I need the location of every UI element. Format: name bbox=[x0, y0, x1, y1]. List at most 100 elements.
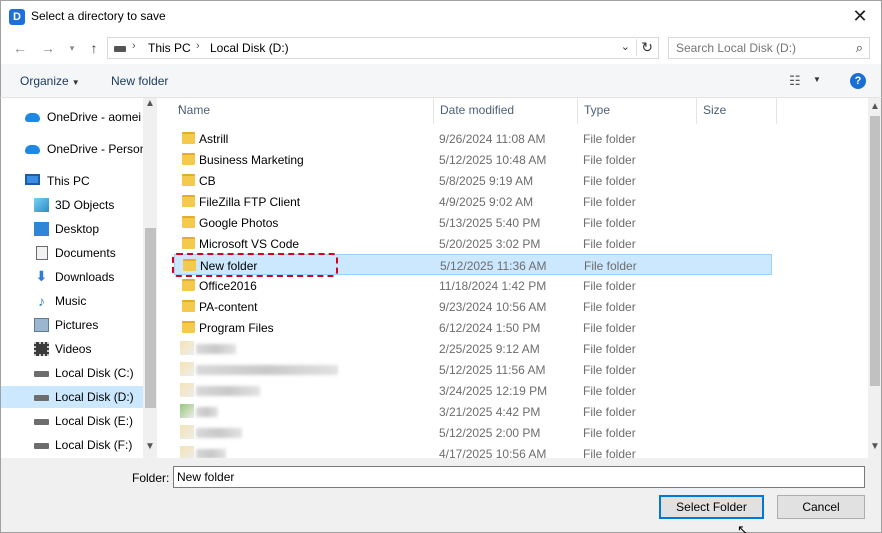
file-row[interactable]: PA-content 9/23/2024 10:56 AM File folde… bbox=[174, 296, 772, 317]
file-name: Google Photos bbox=[199, 216, 279, 230]
back-arrow-icon[interactable]: ← bbox=[11, 38, 29, 58]
blurred-file-name bbox=[196, 365, 338, 375]
nav-item-downloads[interactable]: ⬇ Downloads bbox=[1, 266, 143, 288]
nav-item-onedrive-personal[interactable]: OneDrive - Personal bbox=[1, 138, 143, 160]
file-row[interactable]: CB 5/8/2025 9:19 AM File folder bbox=[174, 170, 772, 191]
view-dropdown-icon[interactable]: ▼ bbox=[813, 75, 821, 84]
nav-item-label: This PC bbox=[47, 174, 90, 188]
address-bar[interactable]: › This PC › Local Disk (D:) ⌄ ↻ bbox=[107, 37, 659, 59]
column-header-label: Size bbox=[703, 103, 727, 117]
up-arrow-icon[interactable]: ↑ bbox=[85, 38, 103, 58]
scroll-down-icon[interactable]: ▼ bbox=[870, 441, 880, 452]
column-header-date[interactable]: Date modified bbox=[434, 98, 578, 124]
file-row[interactable]: Program Files 6/12/2024 1:50 PM File fol… bbox=[174, 317, 772, 338]
nav-item-local-disk-c[interactable]: Local Disk (C:) bbox=[1, 362, 143, 384]
file-row-blurred[interactable]: 2/25/2025 9:12 AM File folder bbox=[174, 338, 772, 359]
file-type: File folder bbox=[584, 259, 637, 273]
file-row[interactable]: Microsoft VS Code 5/20/2025 3:02 PM File… bbox=[174, 233, 772, 254]
search-icon: ⌕ bbox=[855, 40, 863, 55]
file-type: File folder bbox=[583, 300, 636, 314]
address-row: ← → ▾ ↑ › This PC › Local Disk (D:) ⌄ ↻ … bbox=[0, 32, 882, 64]
nav-item-local-disk-d[interactable]: Local Disk (D:) bbox=[1, 386, 143, 408]
nav-item-3d-objects[interactable]: 3D Objects bbox=[1, 194, 143, 216]
videos-icon bbox=[34, 342, 49, 356]
file-row-blurred[interactable]: 5/12/2025 11:56 AM File folder bbox=[174, 359, 772, 380]
recent-locations-dropdown[interactable]: ▾ bbox=[63, 38, 81, 58]
file-type: File folder bbox=[583, 426, 636, 440]
refresh-icon[interactable]: ↻ bbox=[636, 39, 653, 56]
close-button[interactable]: ✕ bbox=[849, 6, 871, 28]
folder-label: Folder: bbox=[132, 471, 170, 485]
nav-item-label: OneDrive - aomei bbox=[47, 110, 142, 124]
scrollbar-thumb[interactable] bbox=[870, 116, 880, 386]
nav-item-videos[interactable]: Videos bbox=[1, 338, 143, 360]
nav-scrollbar[interactable]: ▲ ▼ bbox=[143, 98, 157, 458]
chevron-down-icon: ▼ bbox=[71, 78, 80, 87]
address-dropdown-icon[interactable]: ⌄ bbox=[621, 40, 630, 53]
drive-icon bbox=[34, 371, 49, 377]
file-row-blurred[interactable]: 5/12/2025 2:00 PM File folder bbox=[174, 422, 772, 443]
file-date: 9/26/2024 11:08 AM bbox=[439, 132, 546, 146]
nav-item-label: 3D Objects bbox=[55, 198, 115, 212]
search-input[interactable] bbox=[676, 39, 846, 57]
file-date: 3/21/2025 4:42 PM bbox=[439, 405, 541, 419]
column-header-label: Type bbox=[584, 103, 611, 117]
cancel-button[interactable]: Cancel bbox=[777, 495, 865, 519]
folder-icon bbox=[182, 216, 195, 228]
breadcrumb-this-pc[interactable]: This PC bbox=[148, 41, 191, 55]
nav-item-this-pc[interactable]: This PC bbox=[1, 170, 143, 192]
scroll-up-icon[interactable]: ▲ bbox=[870, 101, 880, 112]
file-row-blurred[interactable]: 3/21/2025 4:42 PM File folder bbox=[174, 401, 772, 422]
column-header-type[interactable]: Type bbox=[578, 98, 697, 124]
nav-item-onedrive-aomei[interactable]: OneDrive - aomei bbox=[1, 106, 143, 128]
nav-item-local-disk-f[interactable]: Local Disk (F:) bbox=[1, 434, 143, 456]
folder-name-input[interactable] bbox=[173, 466, 865, 488]
file-row[interactable]: Astrill 9/26/2024 11:08 AM File folder bbox=[174, 128, 772, 149]
blurred-file-icon bbox=[180, 341, 194, 355]
nav-item-music[interactable]: ♪ Music bbox=[1, 290, 143, 312]
column-header-name[interactable]: Name ^ bbox=[172, 98, 434, 124]
help-icon[interactable]: ? bbox=[850, 73, 866, 89]
view-options-icon[interactable]: ☷ bbox=[789, 73, 801, 89]
organize-button[interactable]: Organize ▼ bbox=[20, 74, 80, 88]
file-row[interactable]: FileZilla FTP Client 4/9/2025 9:02 AM Fi… bbox=[174, 191, 772, 212]
forward-arrow-icon[interactable]: → bbox=[39, 38, 57, 58]
file-row[interactable]: Office2016 11/18/2024 1:42 PM File folde… bbox=[174, 275, 772, 296]
file-list-scrollbar[interactable]: ▲ ▼ bbox=[868, 98, 882, 458]
drive-icon bbox=[34, 395, 49, 401]
blurred-file-name bbox=[196, 449, 226, 458]
file-name: Program Files bbox=[199, 321, 274, 335]
file-name: Office2016 bbox=[199, 279, 257, 293]
nav-item-desktop[interactable]: Desktop bbox=[1, 218, 143, 240]
blurred-file-icon bbox=[180, 425, 194, 439]
scrollbar-thumb[interactable] bbox=[145, 228, 156, 408]
column-header-size[interactable]: Size bbox=[697, 98, 777, 124]
file-date: 5/8/2025 9:19 AM bbox=[439, 174, 534, 188]
blurred-file-icon bbox=[180, 404, 194, 418]
new-folder-button[interactable]: New folder bbox=[111, 74, 168, 88]
search-box[interactable]: ⌕ bbox=[668, 37, 870, 59]
file-row-blurred[interactable]: 3/24/2025 12:19 PM File folder bbox=[174, 380, 772, 401]
file-row-blurred[interactable]: 4/17/2025 10:56 AM File folder bbox=[174, 443, 772, 458]
file-type: File folder bbox=[583, 216, 636, 230]
nav-item-label: Pictures bbox=[55, 318, 99, 332]
nav-item-pictures[interactable]: Pictures bbox=[1, 314, 143, 336]
mouse-cursor-icon: ↖ bbox=[737, 522, 748, 533]
scroll-up-icon[interactable]: ▲ bbox=[145, 98, 155, 109]
nav-item-label: Desktop bbox=[55, 222, 100, 236]
nav-item-documents[interactable]: Documents bbox=[1, 242, 143, 264]
desktop-icon bbox=[34, 222, 49, 236]
scroll-down-icon[interactable]: ▼ bbox=[145, 441, 155, 452]
nav-item-local-disk-e[interactable]: Local Disk (E:) bbox=[1, 410, 143, 432]
folder-icon bbox=[182, 132, 195, 144]
file-row[interactable]: Google Photos 5/13/2025 5:40 PM File fol… bbox=[174, 212, 772, 233]
file-date: 2/25/2025 9:12 AM bbox=[439, 342, 540, 356]
blurred-file-icon bbox=[180, 383, 194, 397]
nav-item-label: OneDrive - Personal bbox=[47, 142, 143, 156]
organize-label: Organize bbox=[20, 74, 69, 88]
select-folder-button[interactable]: Select Folder bbox=[659, 495, 764, 519]
drive-icon bbox=[34, 443, 49, 449]
breadcrumb-local-disk-d[interactable]: Local Disk (D:) bbox=[210, 41, 289, 55]
file-row[interactable]: Business Marketing 5/12/2025 10:48 AM Fi… bbox=[174, 149, 772, 170]
file-date: 5/13/2025 5:40 PM bbox=[439, 216, 541, 230]
